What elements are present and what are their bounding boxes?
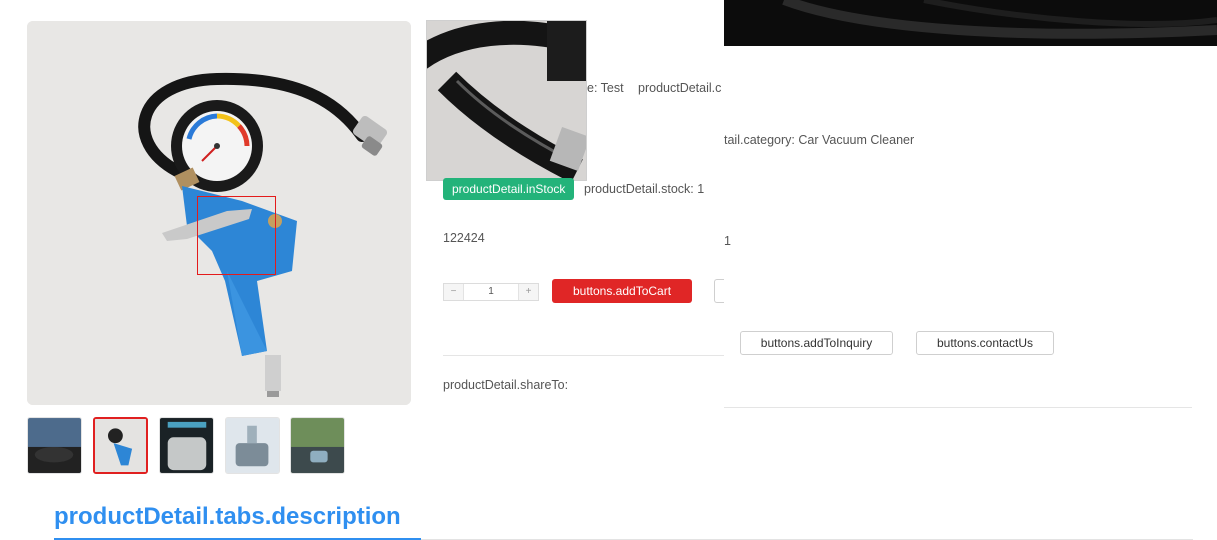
quantity-stepper[interactable]: − 1 +: [443, 283, 539, 301]
product-name: e: Test: [587, 81, 624, 95]
divider: [443, 355, 724, 356]
thumb-car-interior[interactable]: [225, 417, 280, 474]
product-category-key: productDetail.c: [638, 81, 722, 95]
thumb-dark-product[interactable]: [159, 417, 214, 474]
quantity-value[interactable]: 1: [463, 284, 519, 300]
add-to-inquiry-button[interactable]: buttons.addToInquiry: [740, 331, 893, 355]
divider: [724, 407, 1192, 408]
increment-button[interactable]: +: [519, 284, 538, 300]
zoom-lens: [197, 196, 276, 275]
thumb-car-vacuum[interactable]: [27, 417, 82, 474]
contact-us-button[interactable]: buttons.contactUs: [916, 331, 1054, 355]
decrement-button[interactable]: −: [444, 284, 463, 300]
tab-description[interactable]: productDetail.tabs.description: [54, 503, 401, 531]
add-to-cart-button[interactable]: buttons.addToCart: [552, 279, 692, 303]
share-label: productDetail.shareTo:: [443, 378, 569, 392]
overlay-value: 1: [724, 234, 731, 248]
zoom-preview: [427, 21, 586, 180]
product-category: tail.category: Car Vacuum Cleaner: [724, 133, 915, 147]
in-stock-badge: productDetail.inStock: [443, 178, 575, 200]
dark-banner-image: [724, 0, 1217, 46]
stock-count: productDetail.stock: 1: [584, 182, 705, 196]
product-code: 122424: [443, 231, 485, 245]
thumb-tire-gauge[interactable]: [93, 417, 148, 474]
thumb-road-scene[interactable]: [290, 417, 345, 474]
